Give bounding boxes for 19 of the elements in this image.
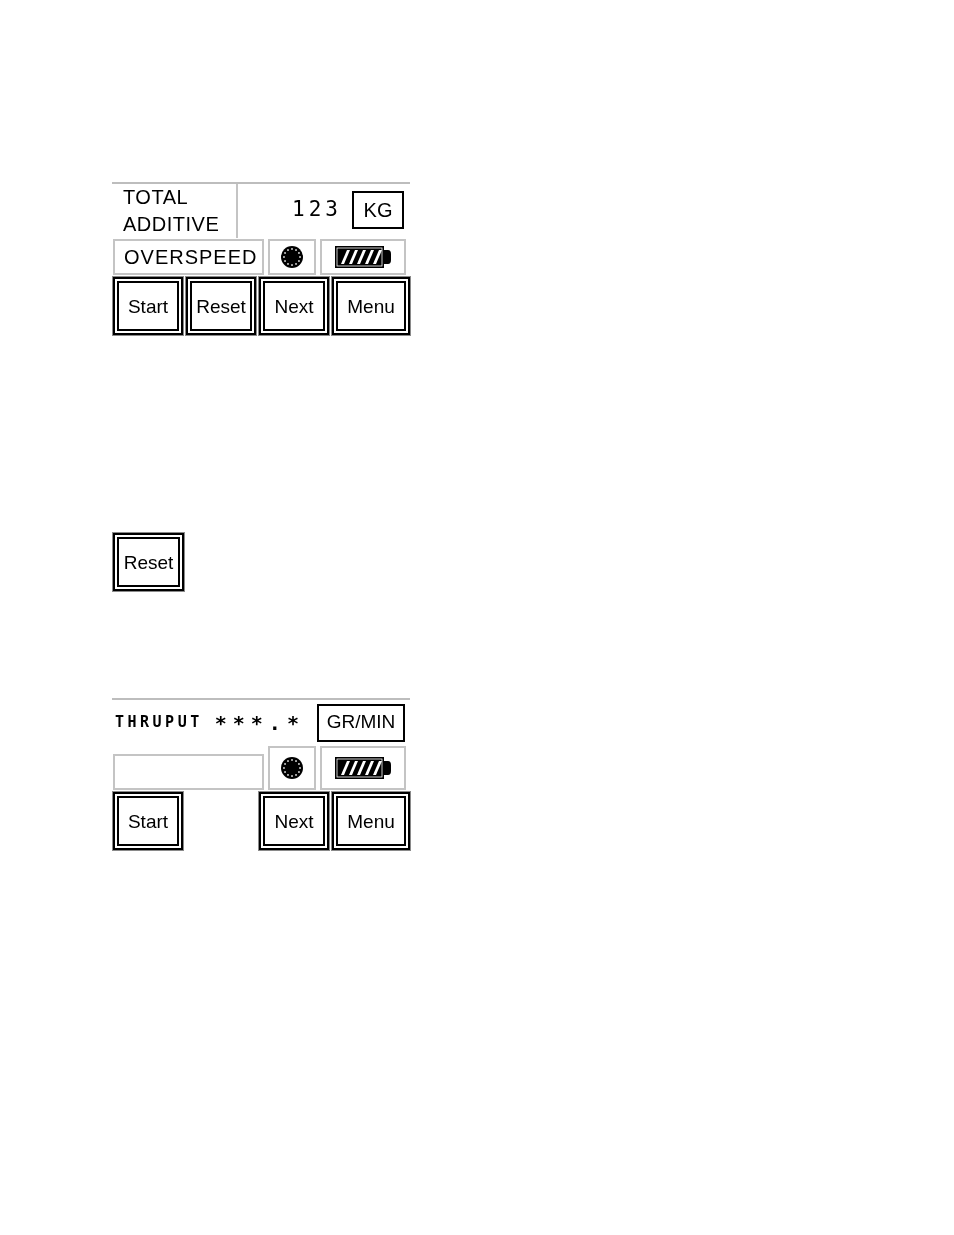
reading-value: ***.* xyxy=(214,709,305,737)
unit-label: KG xyxy=(352,191,404,229)
reading-value: 123 xyxy=(292,199,342,220)
reading-title: THRUPUT xyxy=(115,712,203,734)
unit-label: GR/MIN xyxy=(317,703,405,742)
softkey-button[interactable]: Next xyxy=(259,277,329,335)
softkey-button[interactable]: Next xyxy=(259,792,329,850)
battery-icon xyxy=(335,245,391,269)
reading-title: TOTAL ADDITIVE xyxy=(112,184,238,238)
dotted-circle-icon xyxy=(281,757,303,779)
softkey-button[interactable]: Reset xyxy=(186,277,256,335)
softkey-button[interactable]: Menu xyxy=(332,277,410,335)
softkey-button[interactable]: Start xyxy=(113,277,183,335)
dotted-circle-icon xyxy=(281,246,303,268)
status-display: OVERSPEED xyxy=(113,239,264,275)
softkey-button[interactable]: Reset xyxy=(113,533,184,591)
battery-icon xyxy=(335,756,391,780)
softkey-button[interactable]: Start xyxy=(113,792,183,850)
softkey-button[interactable]: Menu xyxy=(332,792,410,850)
